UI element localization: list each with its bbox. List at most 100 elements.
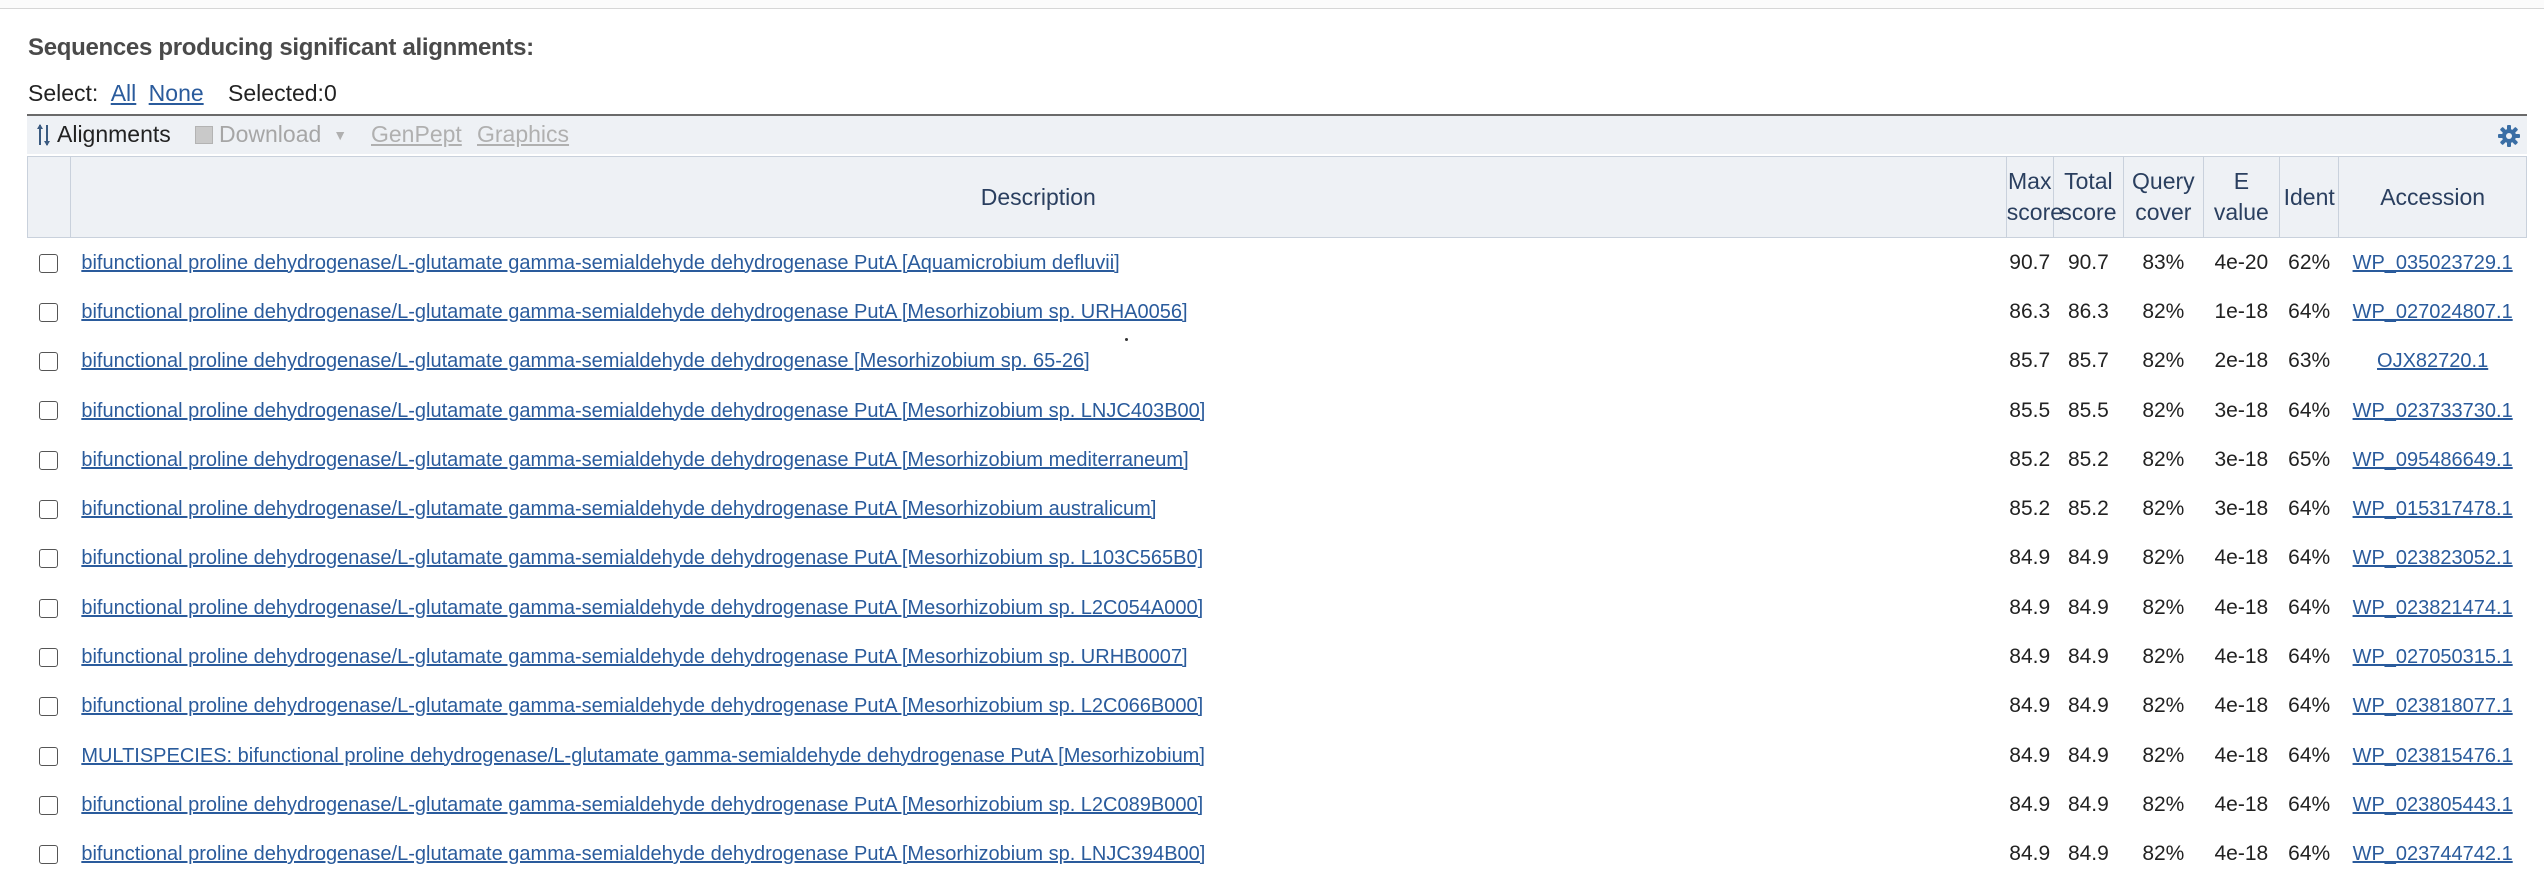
ident-cell: 63% bbox=[2288, 349, 2331, 373]
e-value-cell: 3e-18 bbox=[2214, 497, 2269, 521]
select-none-link[interactable]: None bbox=[149, 80, 204, 106]
row-checkbox[interactable] bbox=[39, 845, 59, 865]
description-link[interactable]: bifunctional proline dehydrogenase/L-glu… bbox=[81, 843, 1205, 865]
max-score-cell: 84.9 bbox=[2009, 743, 2051, 767]
alignments-button[interactable]: Alignments bbox=[37, 121, 171, 148]
description-link[interactable]: bifunctional proline dehydrogenase/L-glu… bbox=[81, 449, 1188, 471]
gear-icon[interactable] bbox=[2497, 124, 2521, 154]
max-score-cell: 86.3 bbox=[2009, 299, 2051, 323]
description-link[interactable]: bifunctional proline dehydrogenase/L-glu… bbox=[81, 794, 1203, 816]
description-link[interactable]: bifunctional proline dehydrogenase/L-glu… bbox=[81, 498, 1156, 520]
total-score-cell: 90.7 bbox=[2067, 250, 2109, 274]
table-row: bifunctional proline dehydrogenase/L-glu… bbox=[28, 484, 2527, 533]
row-checkbox[interactable] bbox=[39, 352, 59, 372]
table-row: bifunctional proline dehydrogenase/L-glu… bbox=[28, 583, 2527, 632]
description-cell: bifunctional proline dehydrogenase/L-glu… bbox=[70, 386, 2006, 435]
row-checkbox-cell bbox=[28, 386, 71, 435]
row-checkbox-cell bbox=[28, 435, 71, 484]
description-cell: bifunctional proline dehydrogenase/L-glu… bbox=[70, 287, 2006, 336]
header-e-value[interactable]: Evalue bbox=[2202, 156, 2281, 238]
row-checkbox[interactable] bbox=[39, 500, 59, 520]
header-description[interactable]: Description bbox=[69, 156, 2007, 238]
alignments-label: Alignments bbox=[57, 121, 171, 147]
accession-link[interactable]: WP_023733730.1 bbox=[2353, 400, 2513, 422]
e-value-cell: 4e-18 bbox=[2214, 743, 2269, 767]
total-score-cell: 85.5 bbox=[2067, 398, 2109, 422]
accession-link[interactable]: WP_095486649.1 bbox=[2353, 449, 2513, 471]
max-score-cell: 84.9 bbox=[2009, 595, 2051, 619]
accession-link[interactable]: WP_035023729.1 bbox=[2353, 252, 2513, 274]
row-checkbox[interactable] bbox=[39, 549, 59, 569]
description-cell: bifunctional proline dehydrogenase/L-glu… bbox=[70, 583, 2006, 632]
row-checkbox-cell bbox=[28, 830, 71, 879]
row-checkbox[interactable] bbox=[39, 746, 59, 766]
description-link[interactable]: bifunctional proline dehydrogenase/L-glu… bbox=[81, 597, 1203, 619]
description-link[interactable]: bifunctional proline dehydrogenase/L-glu… bbox=[81, 400, 1205, 422]
max-score-cell: 84.9 bbox=[2009, 792, 2051, 816]
select-all-link[interactable]: All bbox=[111, 80, 137, 106]
description-cell: bifunctional proline dehydrogenase/L-glu… bbox=[70, 632, 2006, 681]
table-row: bifunctional proline dehydrogenase/L-glu… bbox=[28, 287, 2527, 336]
row-checkbox[interactable] bbox=[39, 302, 59, 322]
description-link[interactable]: MULTISPECIES: bifunctional proline dehyd… bbox=[81, 745, 1205, 767]
query-cover-cell: 82% bbox=[2142, 694, 2185, 718]
accession-cell: WP_023733730.1 bbox=[2339, 386, 2527, 435]
header-ident[interactable]: Ident bbox=[2279, 156, 2340, 238]
table-row: bifunctional proline dehydrogenase/L-glu… bbox=[28, 386, 2527, 435]
description-link[interactable]: bifunctional proline dehydrogenase/L-glu… bbox=[81, 547, 1203, 569]
e-value-cell: 4e-18 bbox=[2214, 792, 2269, 816]
row-checkbox[interactable] bbox=[39, 697, 59, 717]
row-checkbox-cell bbox=[28, 287, 71, 336]
accession-link[interactable]: WP_027050315.1 bbox=[2353, 646, 2513, 668]
accession-link[interactable]: WP_023744742.1 bbox=[2353, 843, 2513, 865]
row-checkbox[interactable] bbox=[39, 598, 59, 618]
header-query-cover[interactable]: Query cover bbox=[2123, 156, 2204, 238]
max-score-cell: 84.9 bbox=[2009, 694, 2051, 718]
accession-link[interactable]: WP_027024807.1 bbox=[2353, 301, 2513, 323]
total-score-cell: 84.9 bbox=[2067, 645, 2109, 669]
accession-link[interactable]: OJX82720.1 bbox=[2377, 350, 2488, 372]
accession-link[interactable]: WP_023818077.1 bbox=[2353, 695, 2513, 717]
description-link[interactable]: bifunctional proline dehydrogenase/L-glu… bbox=[81, 646, 1187, 668]
total-score-cell: 86.3 bbox=[2067, 299, 2109, 323]
download-button[interactable]: Download ▼ bbox=[195, 121, 347, 148]
header-accession[interactable]: Accession bbox=[2338, 156, 2527, 238]
query-cover-cell: 82% bbox=[2142, 595, 2185, 619]
header-max-score[interactable]: Max score bbox=[2005, 156, 2063, 238]
accession-link[interactable]: WP_023823052.1 bbox=[2353, 547, 2513, 569]
query-cover-cell: 82% bbox=[2142, 842, 2185, 866]
row-checkbox[interactable] bbox=[39, 647, 59, 667]
accession-cell: WP_023744742.1 bbox=[2339, 830, 2527, 879]
description-link[interactable]: bifunctional proline dehydrogenase/L-glu… bbox=[81, 350, 1089, 372]
ident-cell: 64% bbox=[2288, 398, 2331, 422]
accession-cell: OJX82720.1 bbox=[2339, 337, 2527, 386]
e-value-cell: 3e-18 bbox=[2214, 398, 2269, 422]
e-value-cell: 4e-20 bbox=[2214, 250, 2269, 274]
table-row: bifunctional proline dehydrogenase/L-glu… bbox=[28, 238, 2527, 288]
select-label: Select: bbox=[28, 80, 99, 106]
row-checkbox-cell bbox=[28, 731, 71, 780]
graphics-link[interactable]: Graphics bbox=[477, 121, 569, 148]
description-cell: bifunctional proline dehydrogenase/L-glu… bbox=[70, 435, 2006, 484]
accession-link[interactable]: WP_023821474.1 bbox=[2353, 597, 2513, 619]
row-checkbox[interactable] bbox=[39, 795, 59, 815]
e-value-cell: 1e-18 bbox=[2214, 299, 2269, 323]
ident-cell: 64% bbox=[2288, 792, 2331, 816]
accession-link[interactable]: WP_023805443.1 bbox=[2353, 794, 2513, 816]
genpept-link[interactable]: GenPept bbox=[371, 121, 462, 148]
table-row: bifunctional proline dehydrogenase/L-glu… bbox=[28, 830, 2527, 879]
table-row: bifunctional proline dehydrogenase/L-glu… bbox=[28, 435, 2527, 484]
description-link[interactable]: bifunctional proline dehydrogenase/L-glu… bbox=[81, 301, 1187, 323]
header-checkbox bbox=[27, 156, 71, 238]
accession-link[interactable]: WP_015317478.1 bbox=[2353, 498, 2513, 520]
accession-link[interactable]: WP_023815476.1 bbox=[2353, 745, 2513, 767]
row-checkbox[interactable] bbox=[39, 253, 59, 273]
row-checkbox[interactable] bbox=[39, 450, 59, 470]
description-link[interactable]: bifunctional proline dehydrogenase/L-glu… bbox=[81, 695, 1203, 717]
e-value-cell: 2e-18 bbox=[2214, 349, 2269, 373]
row-checkbox[interactable] bbox=[39, 401, 59, 421]
header-total-score[interactable]: Total score bbox=[2052, 156, 2125, 238]
total-score-cell: 84.9 bbox=[2067, 842, 2109, 866]
description-link[interactable]: bifunctional proline dehydrogenase/L-glu… bbox=[81, 252, 1119, 274]
accession-cell: WP_027050315.1 bbox=[2339, 632, 2527, 681]
